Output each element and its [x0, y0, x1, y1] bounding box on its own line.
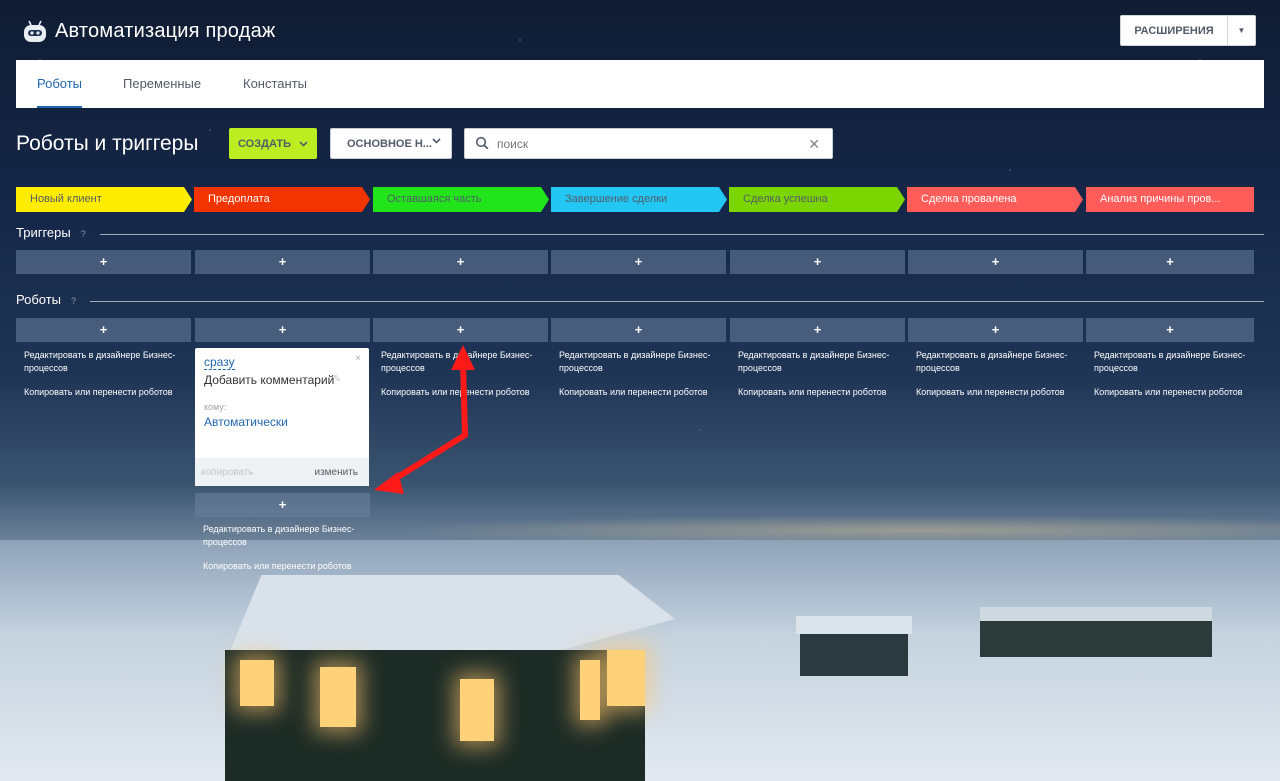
divider: [100, 234, 1264, 235]
tab-bar: Роботы Переменные Константы: [16, 60, 1264, 108]
app-title: Автоматизация продаж: [55, 20, 276, 42]
edit-in-designer-link[interactable]: Редактировать в дизайнере Бизнес-процесс…: [916, 349, 1076, 375]
stage-deal-won[interactable]: Сделка успешна: [729, 187, 905, 212]
copy-robots-link[interactable]: Копировать или перенести роботов: [1094, 386, 1254, 399]
robot-name: Добавить комментарий: [204, 373, 335, 387]
house-window: [240, 660, 274, 706]
help-icon[interactable]: ?: [81, 229, 86, 239]
search-input[interactable]: [497, 135, 797, 153]
robots-heading: Роботы?: [16, 292, 76, 307]
divider: [90, 301, 1264, 302]
stage-label: Оставшаяся часть: [387, 193, 482, 205]
add-robot-button[interactable]: +: [730, 318, 905, 342]
stage-deal-lost[interactable]: Сделка провалена: [907, 187, 1083, 212]
robot-card[interactable]: сразу × Добавить комментарий ✎ кому: Авт…: [195, 348, 369, 486]
create-button[interactable]: СОЗДАТЬ: [229, 128, 317, 159]
add-robot-button[interactable]: +: [551, 318, 726, 342]
recipient-value[interactable]: Автоматически: [204, 415, 288, 429]
triggers-title: Триггеры: [16, 225, 71, 240]
clear-search-icon[interactable]: ✕: [808, 136, 820, 153]
stage-label: Новый клиент: [30, 193, 102, 205]
edit-in-designer-link[interactable]: Редактировать в дизайнере Бизнес-процесс…: [381, 349, 541, 375]
stage-label: Сделка провалена: [921, 193, 1017, 205]
page-title: Роботы и триггеры: [16, 132, 199, 155]
add-robot-button[interactable]: +: [1086, 318, 1254, 342]
house-roof: [228, 575, 675, 655]
copy-robots-link[interactable]: Копировать или перенести роботов: [916, 386, 1076, 399]
create-label: СОЗДАТЬ: [238, 137, 291, 150]
pencil-icon[interactable]: ✎: [333, 374, 341, 385]
edit-in-designer-link[interactable]: Редактировать в дизайнере Бизнес-процесс…: [203, 523, 363, 549]
triggers-heading: Триггеры?: [16, 225, 86, 240]
edit-in-designer-link[interactable]: Редактировать в дизайнере Бизнес-процесс…: [1094, 349, 1254, 375]
filter-label: ОСНОВНОЕ Н...: [347, 137, 432, 150]
house: [205, 575, 675, 781]
edit-in-designer-link[interactable]: Редактировать в дизайнере Бизнес-процесс…: [24, 349, 184, 375]
add-trigger-button[interactable]: +: [373, 250, 548, 274]
tab-variables[interactable]: Переменные: [123, 60, 201, 108]
chevron-down-icon: [299, 140, 308, 147]
house-window: [460, 679, 494, 741]
add-trigger-button[interactable]: +: [551, 250, 726, 274]
robot-delay-link[interactable]: сразу: [204, 355, 235, 370]
add-robot-button[interactable]: +: [195, 493, 370, 517]
house-window: [607, 650, 645, 706]
stage-label: Предоплата: [208, 193, 270, 205]
stage-remaining-part[interactable]: Оставшаяся часть: [373, 187, 549, 212]
filter-select[interactable]: ОСНОВНОЕ Н...: [330, 128, 452, 159]
small-barn: [796, 616, 912, 676]
copy-robots-link[interactable]: Копировать или перенести роботов: [381, 386, 541, 399]
search-icon: [475, 136, 489, 150]
add-robot-button[interactable]: +: [373, 318, 548, 342]
robot-card-footer: копировать изменить: [195, 458, 369, 486]
top-bar: Автоматизация продаж РАСШИРЕНИЯ ▼: [0, 0, 1280, 60]
stage-prepayment[interactable]: Предоплата: [194, 187, 370, 212]
extensions-button[interactable]: РАСШИРЕНИЯ ▼: [1120, 15, 1256, 46]
copy-robot-button[interactable]: копировать: [201, 467, 254, 478]
house-window: [580, 660, 600, 720]
add-trigger-button[interactable]: +: [908, 250, 1083, 274]
robots-title: Роботы: [16, 292, 62, 307]
tab-robots[interactable]: Роботы: [37, 60, 83, 108]
copy-robots-link[interactable]: Копировать или перенести роботов: [559, 386, 719, 399]
add-trigger-button[interactable]: +: [730, 250, 905, 274]
extensions-label: РАСШИРЕНИЯ: [1134, 24, 1214, 37]
chevron-down-icon: [432, 138, 441, 144]
tab-constants[interactable]: Константы: [243, 60, 307, 108]
stage-label: Завершение сделки: [565, 193, 668, 205]
robot-logo-icon: [24, 20, 46, 42]
copy-robots-link[interactable]: Копировать или перенести роботов: [203, 560, 363, 573]
help-icon[interactable]: ?: [71, 296, 76, 306]
recipient-label: кому:: [204, 402, 227, 412]
search-box: ✕: [464, 128, 833, 159]
add-trigger-button[interactable]: +: [195, 250, 370, 274]
stage-deal-completion[interactable]: Завершение сделки: [551, 187, 727, 212]
close-icon[interactable]: ×: [355, 353, 361, 364]
add-robot-button[interactable]: +: [16, 318, 191, 342]
add-trigger-button[interactable]: +: [16, 250, 191, 274]
stage-new-client[interactable]: Новый клиент: [16, 187, 192, 212]
stage-loss-analysis[interactable]: Анализ причины пров...: [1086, 187, 1254, 212]
copy-robots-link[interactable]: Копировать или перенести роботов: [738, 386, 898, 399]
edit-in-designer-link[interactable]: Редактировать в дизайнере Бизнес-процесс…: [738, 349, 898, 375]
stage-label: Сделка успешна: [743, 193, 828, 205]
edit-robot-button[interactable]: изменить: [314, 467, 358, 478]
edit-in-designer-link[interactable]: Редактировать в дизайнере Бизнес-процесс…: [559, 349, 719, 375]
chevron-down-icon[interactable]: ▼: [1228, 26, 1255, 35]
add-trigger-button[interactable]: +: [1086, 250, 1254, 274]
add-robot-button[interactable]: +: [908, 318, 1083, 342]
copy-robots-link[interactable]: Копировать или перенести роботов: [24, 386, 184, 399]
add-robot-button[interactable]: +: [195, 318, 370, 342]
long-barn: [980, 607, 1212, 657]
stage-label: Анализ причины пров...: [1100, 193, 1221, 205]
house-window: [320, 667, 356, 727]
